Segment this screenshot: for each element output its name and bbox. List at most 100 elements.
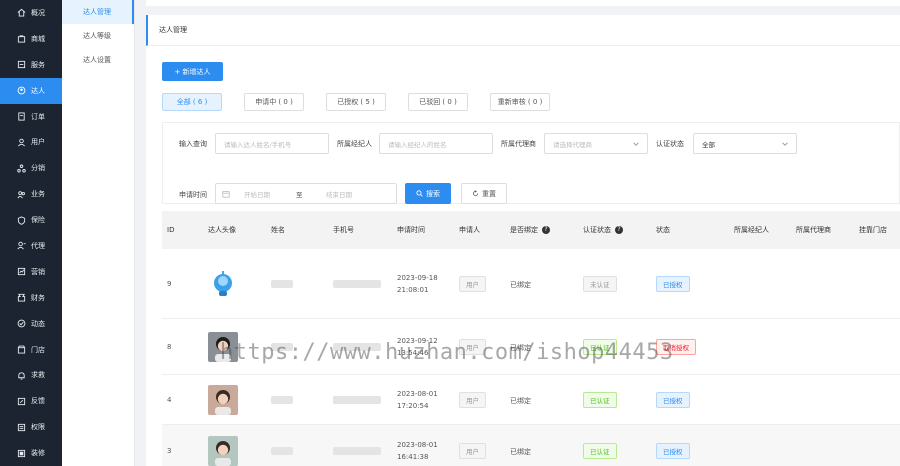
- nav-item-insurance[interactable]: 保险: [0, 207, 62, 233]
- nav-item-alarm[interactable]: 求救: [0, 362, 62, 388]
- column-header: 申请人: [459, 211, 480, 249]
- avatar: [208, 435, 238, 466]
- nav-item-label: 概况: [31, 8, 45, 17]
- nav-item-marketing[interactable]: 营销: [0, 259, 62, 285]
- nav-item-dynamic[interactable]: 动态: [0, 311, 62, 337]
- agent-select-placeholder: 请选择代理商: [553, 140, 592, 149]
- permission-icon: [17, 423, 26, 432]
- search-button[interactable]: 搜索: [405, 183, 451, 204]
- nav-item-user[interactable]: 用户: [0, 129, 62, 155]
- calendar-icon: [222, 190, 230, 198]
- reset-button[interactable]: 重置: [461, 183, 507, 204]
- cert-status-select[interactable]: 全部: [693, 133, 797, 154]
- status-tab[interactable]: 重新审核 ( 0 ): [490, 93, 550, 111]
- column-header-label: 手机号: [333, 226, 354, 234]
- nav-item-talent[interactable]: 达人: [0, 77, 62, 104]
- nav-item-permission[interactable]: 权限: [0, 414, 62, 440]
- nav-item-store[interactable]: 商城: [0, 26, 62, 52]
- nav-item-feedback[interactable]: 反馈: [0, 388, 62, 414]
- nav-item-agent[interactable]: 代理: [0, 233, 62, 259]
- status-tag: 已授权: [656, 392, 690, 408]
- nav-item-distribution[interactable]: 分销: [0, 155, 62, 181]
- column-header: ID: [167, 211, 174, 249]
- table-row[interactable]: 3 2023-08-01 16:41:38 用户 已绑定 已认证 已授权: [162, 425, 900, 466]
- nav-item-label: 财务: [31, 293, 45, 302]
- nav-item-home[interactable]: 概况: [0, 0, 62, 26]
- nav-item-service[interactable]: 服务: [0, 52, 62, 78]
- table-row[interactable]: 9 2023-09-18 21:08:01 用户 已绑定 未认证 已授权: [162, 249, 900, 319]
- column-header-label: 是否绑定: [510, 226, 538, 234]
- help-icon[interactable]: ?: [615, 226, 623, 234]
- main-nav: 概况商城服务达人订单用户 分销业务保险代理 营销财务动态 门店求救反馈权限装修: [0, 0, 62, 466]
- broker-input[interactable]: 请输入经纪人的姓名: [379, 133, 493, 154]
- filter-form: 输入查询 请输入达人姓名/手机号 所属经纪人 请输入经纪人的姓名 所属代理商 请…: [162, 122, 900, 204]
- row-id: 3: [167, 446, 172, 455]
- name-redacted: [271, 446, 293, 455]
- home-icon: [17, 8, 26, 17]
- column-header-label: 挂靠门店: [859, 226, 887, 234]
- apply-time: 21:08:01: [397, 286, 429, 294]
- column-header-label: 所属代理商: [796, 226, 831, 234]
- nav-item-shop[interactable]: 门店: [0, 337, 62, 363]
- agent-select[interactable]: 请选择代理商: [544, 133, 648, 154]
- column-header-label: 达人头像: [208, 226, 236, 234]
- nav-item-label: 商城: [31, 34, 45, 43]
- bound-status: 已绑定: [510, 447, 531, 456]
- column-header-label: 申请人: [459, 226, 480, 234]
- nav-item-label: 订单: [31, 112, 45, 121]
- nav-item-label: 装修: [31, 449, 45, 458]
- column-header-label: 所属经纪人: [734, 226, 769, 234]
- main-panel: 达人管理 + 新增达人 全部 ( 6 ) 申请中 ( 0 ) 已授权 ( 5 ) 已驳…: [146, 15, 900, 466]
- nav-item-label: 达人: [31, 86, 45, 95]
- status-tab[interactable]: 全部 ( 6 ): [162, 93, 222, 111]
- nav-item-label: 保险: [31, 216, 45, 225]
- subnav-item[interactable]: 达人等级: [62, 24, 134, 48]
- apply-time: 17:20:54: [397, 402, 429, 410]
- store-icon: [17, 34, 26, 43]
- column-header: 挂靠门店: [859, 211, 887, 249]
- app-root: 概况 商城 服务 达人 订单 用户 分销 业务 保险 代理 营销 财务 动态 门店 求救 反馈 权限 装修 达人管…: [0, 0, 900, 466]
- nav-item-finance[interactable]: 财务: [0, 285, 62, 311]
- date-range-picker[interactable]: 开始日期 至 结束日期: [215, 183, 397, 204]
- nav-item-label: 业务: [31, 190, 45, 199]
- status-tab[interactable]: 已驳回 ( 0 ): [408, 93, 468, 111]
- phone-redacted: [333, 343, 381, 351]
- alarm-icon: [17, 371, 26, 380]
- bound-status: 已绑定: [510, 397, 531, 405]
- nav-item-label: 反馈: [31, 397, 45, 406]
- applicant-tag: 用户: [459, 339, 486, 355]
- top-strip: [146, 0, 900, 6]
- talent-icon: [17, 86, 26, 95]
- status-tab[interactable]: 申请中 ( 0 ): [244, 93, 304, 111]
- feedback-icon: [17, 397, 26, 406]
- subnav-item[interactable]: 达人设置: [62, 48, 134, 72]
- nav-item-order[interactable]: 订单: [0, 104, 62, 130]
- table-row[interactable]: 4 2023-08-01 17:20:54 用户 已绑定 已认证 已授权: [162, 375, 900, 425]
- date-start: 开始日期: [244, 190, 270, 199]
- page-title: 达人管理: [146, 15, 900, 46]
- column-header: 所属代理商: [796, 211, 831, 249]
- nav-item-business[interactable]: 业务: [0, 181, 62, 207]
- applicant-tag: 用户: [459, 442, 486, 459]
- insurance-icon: [17, 215, 26, 225]
- column-header: 申请时间: [397, 211, 425, 249]
- apply-date: 2023-08-01: [397, 390, 438, 398]
- apply-time: 16:41:38: [397, 452, 429, 461]
- nav-item-label: 求救: [31, 371, 45, 380]
- applicant-tag: 用户: [459, 276, 486, 292]
- cert-status-tag: 已认证: [583, 392, 617, 408]
- add-talent-button[interactable]: + 新增达人: [162, 62, 223, 81]
- row-id: 9: [167, 280, 172, 288]
- search-input[interactable]: 请输入达人姓名/手机号: [215, 133, 329, 154]
- apply-date: 2023-08-01: [397, 440, 438, 449]
- help-icon[interactable]: ?: [542, 226, 550, 234]
- table-row[interactable]: 8 2023-09-12 13:54:46 用户 已绑定 已认证 取消授权: [162, 319, 900, 375]
- nav-item-decoration[interactable]: 装修: [0, 440, 62, 466]
- search-button-label: 搜索: [426, 189, 440, 198]
- apply-date: 2023-09-18: [397, 274, 438, 282]
- column-header-label: ID: [167, 226, 175, 234]
- status-tab[interactable]: 已授权 ( 5 ): [326, 93, 386, 111]
- cert-status-value: 全部: [702, 140, 715, 149]
- subnav-item[interactable]: 达人管理: [62, 0, 134, 24]
- apply-time-label: 申请时间: [179, 191, 207, 199]
